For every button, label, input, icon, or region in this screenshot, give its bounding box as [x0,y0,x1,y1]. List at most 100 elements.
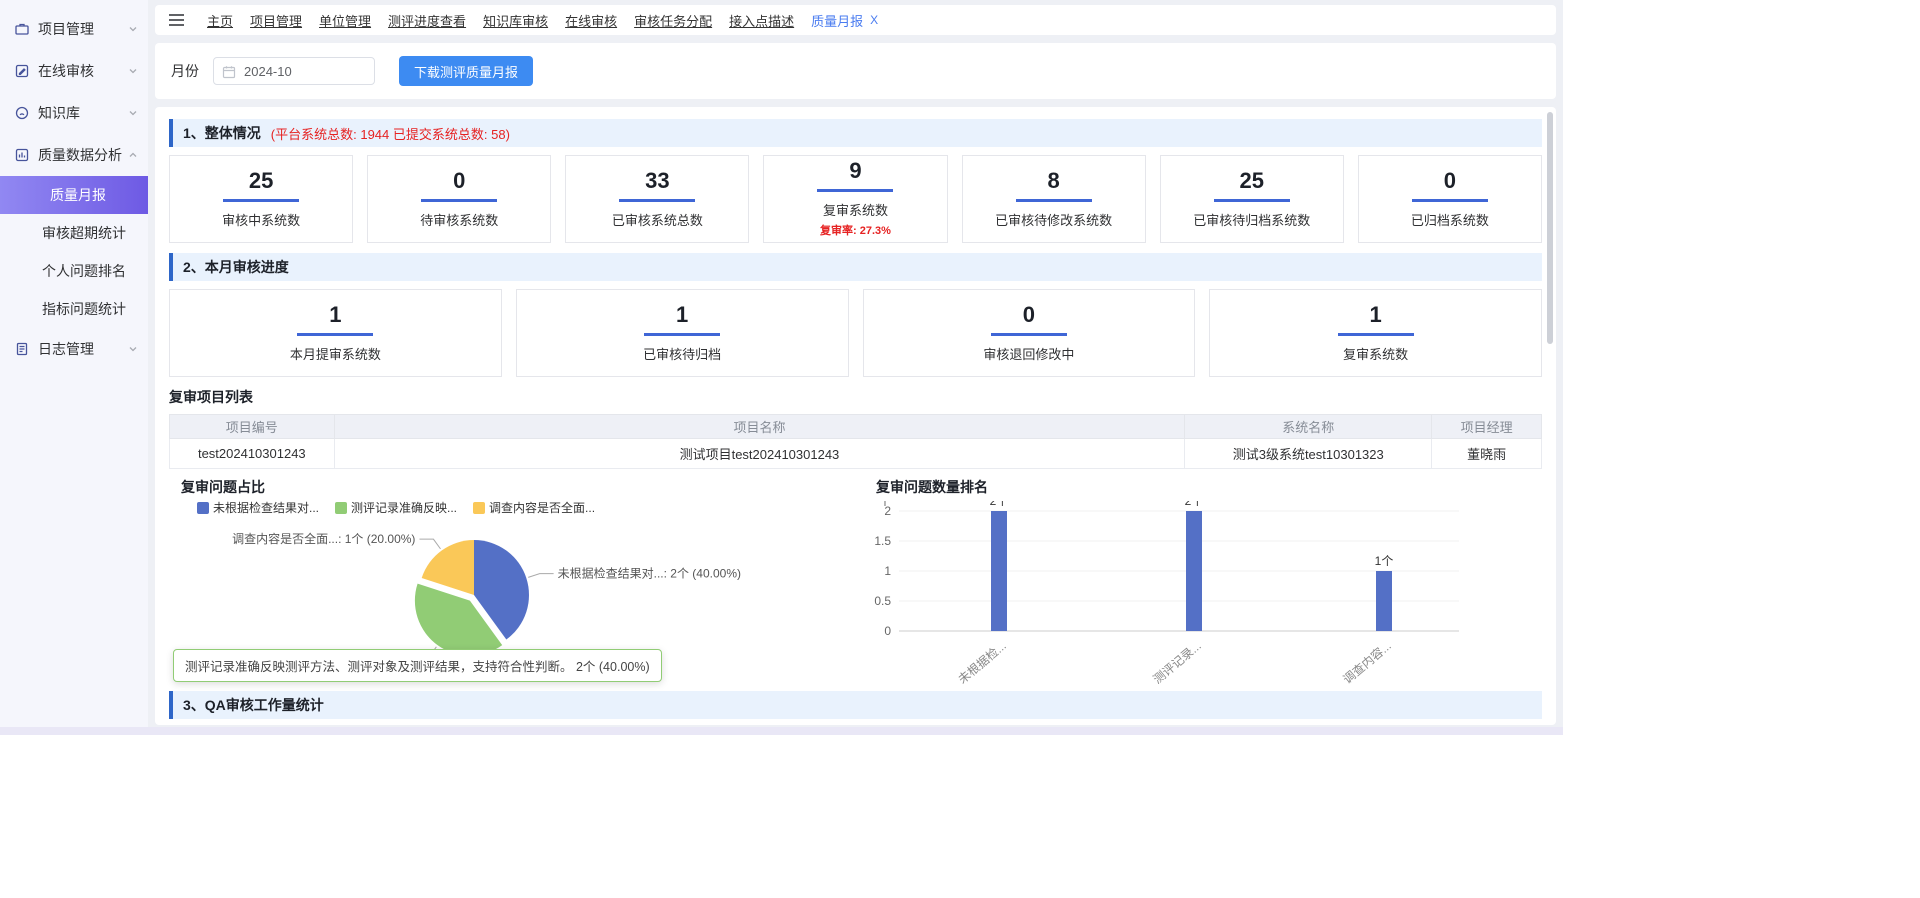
review-project-table: 项目编号 项目名称 系统名称 项目经理 test202410301243 测试项… [169,414,1542,469]
svg-text:1.5: 1.5 [874,534,891,548]
month-stats-row: 1 本月提审系统数 1 已审核待归档 0 审核退回修改中 1 复 [169,289,1542,377]
close-icon[interactable]: X [870,13,878,27]
legend-swatch [335,502,347,514]
col-header-project-name: 项目名称 [334,415,1185,439]
month-label: 月份 [171,61,199,81]
overall-stats-row: 25 审核中系统数 0 待审核系统数 33 已审核系统总数 9 [169,155,1542,243]
legend-swatch [473,502,485,514]
sidebar-item-label: 日志管理 [38,339,128,359]
tab-quality-monthly-report[interactable]: 质量月报 X [811,11,878,30]
submenu-item-indicator-issue-stats[interactable]: 指标问题统计 [0,290,148,328]
stat-value: 1 [329,304,341,326]
tab-access-point-desc[interactable]: 接入点描述 [729,11,794,30]
stat-label: 复审系统数 [1343,344,1408,363]
month-input[interactable] [213,57,375,85]
svg-text:2个: 2个 [990,501,1009,508]
stat-value: 25 [249,170,273,192]
stat-value: 0 [453,170,465,192]
tab-online-review[interactable]: 在线审核 [565,11,617,30]
cell-project-name: 测试项目test202410301243 [334,439,1185,469]
tab-unit-mgmt[interactable]: 单位管理 [319,11,371,30]
table-row: test202410301243 测试项目test202410301243 测试… [170,439,1542,469]
sidebar-item-knowledge-base[interactable]: 知识库 [0,92,148,134]
stat-card: 1 复审系统数 [1209,289,1542,377]
submenu-item-quality-monthly-report[interactable]: 质量月报 [0,176,148,214]
stat-label: 审核退回修改中 [983,344,1074,363]
svg-text:个: 个 [879,501,891,508]
submenu-item-review-overdue-stats[interactable]: 审核超期统计 [0,214,148,252]
stat-value: 1 [676,304,688,326]
submenu-item-personal-issue-ranking[interactable]: 个人问题排名 [0,252,148,290]
sidebar-item-label: 在线审核 [38,61,128,81]
svg-text:1: 1 [884,564,891,578]
stat-underline [1214,199,1290,202]
stat-underline [223,199,299,202]
svg-text:2个: 2个 [1185,501,1204,508]
cell-project-manager: 董晓雨 [1432,439,1542,469]
chevron-down-icon [128,344,138,354]
stat-value: 0 [1444,170,1456,192]
stat-underline [644,333,720,336]
bar-chart-svg[interactable]: 00.511.52个2个未根据检...2个测评记录...1个调查内容... [864,501,1504,691]
briefcase-icon [14,21,30,37]
chevron-down-icon [128,66,138,76]
sidebar-item-label: 项目管理 [38,19,128,39]
stat-label: 已审核系统总数 [612,210,703,229]
vertical-scrollbar-thumb[interactable] [1547,112,1553,344]
filter-panel: 月份 下载测评质量月报 [155,43,1556,99]
stat-underline [1016,199,1092,202]
svg-text:0: 0 [884,624,891,638]
stat-card: 9 复审系统数 复审率: 27.3% [763,155,947,243]
stat-label: 已审核待归档 [643,344,721,363]
stat-card: 1 已审核待归档 [516,289,849,377]
horizontal-scrollbar-track[interactable] [0,727,1563,735]
table-header-row: 项目编号 项目名称 系统名称 项目经理 [170,415,1542,439]
bar-chart-panel: 复审问题数量排名 00.511.52个2个未根据检...2个测评记录...1个调… [864,475,1542,691]
menu-collapse-icon[interactable] [169,14,184,26]
legend-item[interactable]: 未根据检查结果对... [197,499,319,516]
sidebar-item-project-mgmt[interactable]: 项目管理 [0,8,148,50]
sidebar-item-label: 质量数据分析 [38,145,128,165]
stat-underline [1338,333,1414,336]
bar-chart-icon [14,147,30,163]
sidebar-item-log-mgmt[interactable]: 日志管理 [0,328,148,370]
section-subtitle-overall: (平台系统总数: 1944 已提交系统总数: 58) [271,124,510,143]
review-table-title: 复审项目列表 [169,387,1542,407]
stat-label: 待审核系统数 [420,210,498,229]
svg-text:未根据检查结果对...: 2个 (40.00%): 未根据检查结果对...: 2个 (40.00%) [558,566,741,581]
stat-value: 8 [1048,170,1060,192]
tab-knowledge-review[interactable]: 知识库审核 [483,11,548,30]
stat-label: 已审核待修改系统数 [995,210,1112,229]
tab-bar: 主页 项目管理 单位管理 测评进度查看 知识库审核 在线审核 审核任务分配 接入… [155,5,1556,35]
stat-value: 0 [1023,304,1035,326]
stat-card: 33 已审核系统总数 [565,155,749,243]
tab-progress-view[interactable]: 测评进度查看 [388,11,466,30]
re-review-rate: 复审率: 27.3% [820,222,891,238]
stat-underline [1412,199,1488,202]
stat-label: 本月提审系统数 [290,344,381,363]
svg-text:未根据检...: 未根据检... [955,638,1009,687]
app-window: 项目管理 在线审核 知识库 [0,0,1563,735]
download-monthly-report-button[interactable]: 下载测评质量月报 [399,56,533,86]
stat-card: 0 已归档系统数 [1358,155,1542,243]
tab-task-assignment[interactable]: 审核任务分配 [634,11,712,30]
pie-chart-title: 复审问题占比 [181,477,265,497]
tab-home[interactable]: 主页 [207,11,233,30]
sidebar-item-online-review[interactable]: 在线审核 [0,50,148,92]
svg-text:0.5: 0.5 [874,594,891,608]
col-header-project-code: 项目编号 [170,415,335,439]
svg-text:测评记录...: 测评记录... [1150,639,1203,687]
bar-chart-title: 复审问题数量排名 [876,477,988,497]
legend-item[interactable]: 调查内容是否全面... [473,499,595,516]
stat-label: 已审核待归档系统数 [1193,210,1310,229]
cell-system-name: 测试3级系统test10301323 [1185,439,1432,469]
section-overall: 1、整体情况 (平台系统总数: 1944 已提交系统总数: 58) [169,119,1542,147]
tab-project-mgmt[interactable]: 项目管理 [250,11,302,30]
stat-label: 复审系统数 [823,200,888,219]
sidebar-item-quality-analysis[interactable]: 质量数据分析 [0,134,148,176]
chevron-down-icon [128,108,138,118]
stat-card: 1 本月提审系统数 [169,289,502,377]
legend-item[interactable]: 测评记录准确反映... [335,499,457,516]
stat-underline [817,189,893,192]
svg-text:调查内容...: 调查内容... [1340,638,1394,687]
